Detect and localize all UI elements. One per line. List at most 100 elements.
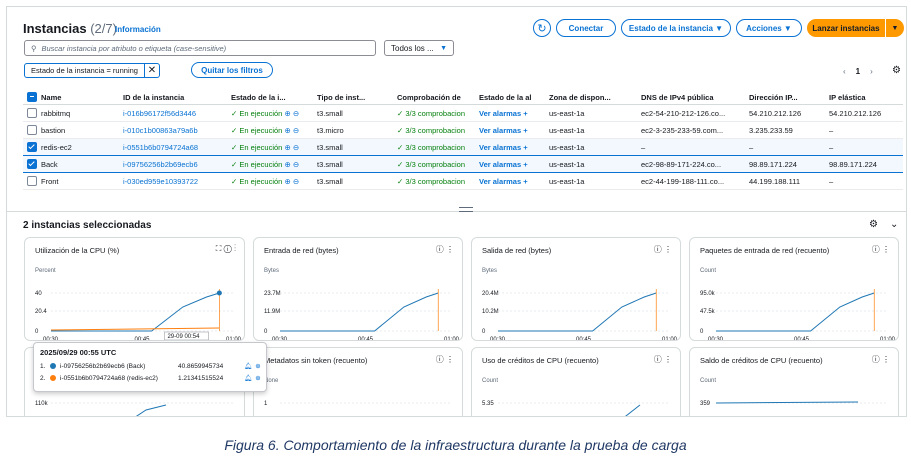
actions-menu[interactable]: Acciones ▼ <box>736 19 802 37</box>
row-checkbox[interactable] <box>27 125 37 135</box>
bell-icon[interactable]: 🔔︎ <box>244 374 252 382</box>
x-tick-label: 00:30 <box>708 337 724 341</box>
zoom-in-icon[interactable]: ⊕ <box>284 177 290 186</box>
metric-unit: Bytes <box>482 268 498 274</box>
prev-page-icon[interactable]: ‹ <box>843 67 846 76</box>
metric-unit: Percent <box>35 268 56 274</box>
instance-id-link[interactable]: i-0551b6b0794724a68 <box>119 138 227 156</box>
pagination: ‹ 1 › <box>843 67 873 76</box>
row-checkbox[interactable] <box>27 142 37 152</box>
metric-card: 23.7M 11.9M 0 00:30 00:45 01:00 Entrada de red… <box>253 237 463 341</box>
zoom-in-icon[interactable]: ⊕ <box>284 109 290 118</box>
info-icon[interactable]: ⓘ <box>224 244 232 253</box>
expand-icon[interactable]: ⛶ <box>216 244 222 253</box>
select-all-checkbox[interactable] <box>27 92 37 102</box>
more-options-icon[interactable]: ⋮ <box>882 355 890 364</box>
view-alarms-link[interactable]: Ver alarmas + <box>475 172 545 190</box>
zoom-out-icon[interactable]: ⊖ <box>293 160 299 169</box>
instance-id-link[interactable]: i-010c1b00863a79a6b <box>119 121 227 139</box>
table-row[interactable]: bastion i-010c1b00863a79a6b ✓ En ejecución… <box>23 121 903 139</box>
row-checkbox[interactable] <box>27 159 37 169</box>
metric-unit: Count <box>700 378 717 384</box>
launch-instances-button[interactable]: Lanzar instancias <box>807 19 885 37</box>
column-header[interactable]: DNS de IPv4 pública <box>637 90 745 105</box>
metric-title: Utilización de la CPU (%) <box>35 246 120 255</box>
info-icon[interactable]: ⓘ <box>436 245 444 254</box>
bell-icon[interactable]: 🔔︎ <box>244 362 252 370</box>
next-page-icon[interactable]: › <box>870 67 873 76</box>
collapse-icon[interactable]: ⌄ <box>890 219 898 230</box>
column-header[interactable]: Tipo de inst... <box>313 90 393 105</box>
gear-icon[interactable]: ⚙ <box>892 65 901 76</box>
info-icon[interactable]: ⓘ <box>872 245 880 254</box>
more-options-icon[interactable]: ⋮ <box>446 355 454 364</box>
table-row[interactable]: rabbitmq i-016b96172f56d3446 ✓ En ejecució… <box>23 104 903 122</box>
column-header[interactable]: IP elástica <box>825 90 903 105</box>
more-options-icon[interactable]: ⋮ <box>664 245 672 254</box>
zoom-out-icon[interactable]: ⊖ <box>293 126 299 135</box>
zoom-out-icon[interactable]: ⊖ <box>293 143 299 152</box>
info-icon[interactable]: ⓘ <box>872 355 880 364</box>
ec2-console: Instancias (2/7) Información ↻ Conectar … <box>6 6 907 417</box>
availability-zone: us-east-1a <box>545 138 637 156</box>
column-header[interactable]: Estado de la i... <box>227 90 313 105</box>
instance-state-menu[interactable]: Estado de la instancia ▼ <box>621 19 731 37</box>
y-tick-label: 20.4M <box>482 291 499 297</box>
page-title: Instancias (2/7) <box>23 21 117 36</box>
zoom-out-icon[interactable]: ⊖ <box>293 177 299 186</box>
zoom-icon[interactable]: ⊕ <box>255 374 260 382</box>
info-icon[interactable]: ⓘ <box>654 355 662 364</box>
clear-filters-button[interactable]: Quitar los filtros <box>191 62 273 78</box>
column-header[interactable]: Comprobación de <box>393 90 475 105</box>
view-alarms-link[interactable]: Ver alarmas + <box>475 138 545 156</box>
info-icon[interactable]: ⓘ <box>436 355 444 364</box>
instance-type: t3.small <box>313 104 393 122</box>
y-tick-label: 10.2M <box>482 309 499 315</box>
close-icon[interactable]: ✕ <box>143 64 159 77</box>
x-tick-label: 00:45 <box>358 337 374 341</box>
tooltip-row: 1. i-09756256b2b69ecb6 (Back) 40.865994573… <box>40 362 262 371</box>
zoom-in-icon[interactable]: ⊕ <box>284 143 290 152</box>
table-row[interactable]: redis-ec2 i-0551b6b0794724a68 ✓ En ejecuci… <box>23 138 903 156</box>
resize-handle[interactable] <box>459 207 473 212</box>
metric-card: 40 20.4 0 00:30 00:45 01:00 29-09 00:54 Utiliza… <box>24 237 245 341</box>
column-header[interactable]: ID de la instancia <box>119 90 227 105</box>
table-row[interactable]: Back i-09756256b2b69ecb6 ✓ En ejecución ⊕ … <box>23 155 903 173</box>
view-alarms-link[interactable]: Ver alarmas + <box>475 155 545 173</box>
zoom-in-icon[interactable]: ⊕ <box>284 126 290 135</box>
row-checkbox[interactable] <box>27 176 37 186</box>
more-options-icon[interactable]: ⋮ <box>446 245 454 254</box>
search-input[interactable]: ⚲ Buscar instancia por atributo o etiquet… <box>24 40 376 56</box>
metric-controls: ⛶ ⓘ ⋮ <box>216 244 236 254</box>
connect-button[interactable]: Conectar <box>556 19 616 37</box>
view-alarms-link[interactable]: Ver alarmas + <box>475 104 545 122</box>
y-tick-label: 110k <box>35 401 49 407</box>
info-link[interactable]: Información <box>115 25 161 34</box>
column-header[interactable]: Zona de dispon... <box>545 90 637 105</box>
public-ip: 44.199.188.111 <box>745 172 825 190</box>
more-options-icon[interactable]: ⋮ <box>664 355 672 364</box>
view-alarms-link[interactable]: Ver alarmas + <box>475 121 545 139</box>
column-header[interactable]: Name <box>37 90 119 105</box>
row-checkbox[interactable] <box>27 108 37 118</box>
more-options-icon[interactable]: ⋮ <box>234 244 236 253</box>
info-icon[interactable]: ⓘ <box>654 245 662 254</box>
zoom-in-icon[interactable]: ⊕ <box>284 160 290 169</box>
filter-select[interactable]: Todos los ... ▼ <box>384 40 454 56</box>
page-number[interactable]: 1 <box>856 67 860 76</box>
more-options-icon[interactable]: ⋮ <box>882 245 890 254</box>
instance-id-link[interactable]: i-09756256b2b69ecb6 <box>119 155 227 173</box>
instance-id-link[interactable]: i-030ed959e10393722 <box>119 172 227 190</box>
table-row[interactable]: Front i-030ed959e10393722 ✓ En ejecución ⊕… <box>23 172 903 190</box>
column-header[interactable]: Dirección IP... <box>745 90 825 105</box>
search-icon: ⚲ <box>31 43 37 53</box>
zoom-icon[interactable]: ⊕ <box>255 362 260 370</box>
column-header[interactable]: Estado de la al <box>475 90 545 105</box>
instance-id-link[interactable]: i-016b96172f56d3446 <box>119 104 227 122</box>
gear-icon[interactable]: ⚙ <box>869 219 878 230</box>
refresh-icon[interactable]: ↻ <box>533 19 551 37</box>
elastic-ip: – <box>825 138 903 156</box>
launch-dropdown-button[interactable]: ▼ <box>886 19 904 37</box>
filter-chip[interactable]: Estado de la instancia = running ✕ <box>24 63 160 78</box>
zoom-out-icon[interactable]: ⊖ <box>293 109 299 118</box>
